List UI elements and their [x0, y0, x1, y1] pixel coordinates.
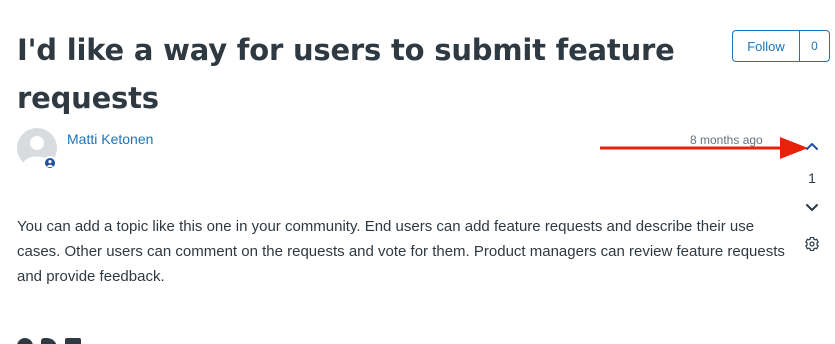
linkedin-icon[interactable] [65, 338, 81, 344]
annotation-arrow [600, 137, 808, 159]
chevron-down-icon [806, 204, 818, 211]
gear-icon [805, 236, 820, 252]
follow-button[interactable]: Follow [733, 31, 800, 61]
follow-control[interactable]: Follow 0 [732, 30, 830, 62]
vote-down-button[interactable] [803, 199, 821, 217]
author-link[interactable]: Matti Ketonen [67, 131, 153, 147]
share-links [17, 338, 81, 344]
twitter-icon[interactable] [41, 338, 57, 344]
vote-count: 1 [808, 170, 816, 186]
settings-button[interactable] [802, 234, 822, 254]
post-body: You can add a topic like this one in you… [17, 218, 785, 285]
facebook-icon[interactable] [17, 338, 33, 344]
follower-count: 0 [811, 39, 818, 53]
user-badge-icon [43, 156, 57, 170]
post-title: I'd like a way for users to submit featu… [17, 33, 675, 115]
chevron-up-icon [806, 143, 818, 150]
vote-up-button[interactable] [803, 137, 821, 155]
